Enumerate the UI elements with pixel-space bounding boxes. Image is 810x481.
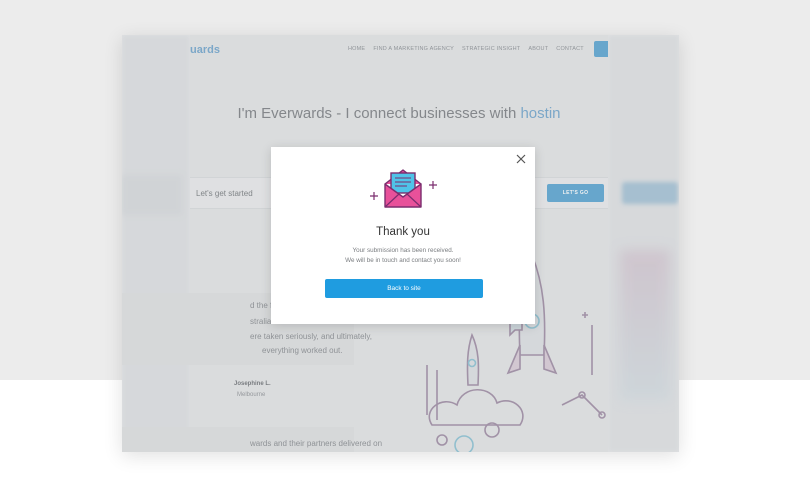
envelope-icon — [370, 169, 437, 208]
close-icon[interactable] — [515, 153, 527, 165]
modal-message-line-1: Your submission has been received. — [352, 247, 454, 254]
browser-frame: uards HOME FIND A MARKETING AGENCY STRAT… — [122, 35, 679, 452]
modal-message-line-2: We will be in touch and contact you soon… — [345, 257, 461, 264]
modal-title: Thank you — [376, 226, 430, 238]
thank-you-modal: Thank you Your submission has been recei… — [271, 147, 535, 324]
back-to-site-button[interactable]: Back to site — [325, 279, 483, 298]
